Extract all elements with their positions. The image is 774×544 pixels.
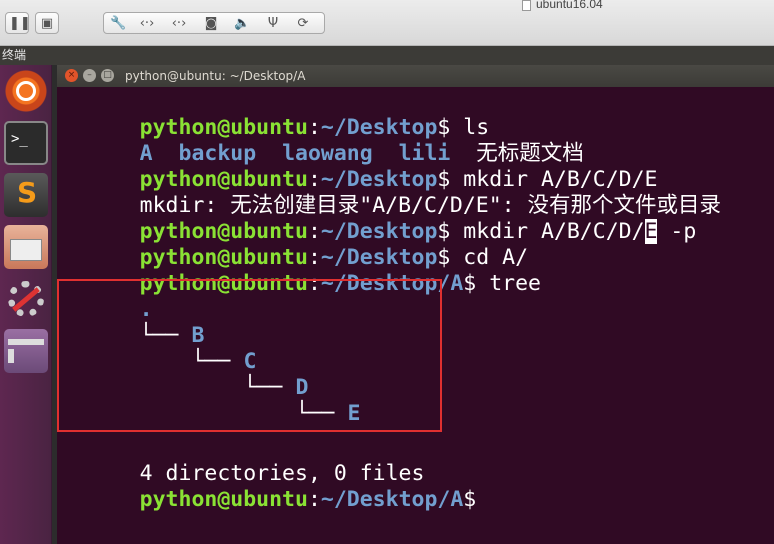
ubuntu-dash-icon[interactable] [4,69,48,113]
prompt-line: python@ubuntu:~/Desktop/A$ tree [62,245,541,296]
tree-summary: 4 directories, 0 files [62,435,425,486]
usb-icon[interactable]: Ψ [265,16,281,32]
highlight-box [57,279,442,432]
speaker-icon[interactable]: 🔈 [234,16,250,32]
prompt-user: python@ubuntu [139,487,308,512]
prompt-line: python@ubuntu:~/Desktop/A$ [62,461,477,512]
command-text: -p [657,219,697,244]
prompt-line: python@ubuntu:~/Desktop$ ls [62,89,490,140]
network-arrows-icon[interactable]: ‹·› [139,16,155,32]
minimize-icon[interactable]: – [83,69,96,82]
prompt-colon: : [307,487,321,512]
command-text: C/D/ [592,219,645,244]
prompt-line: python@ubuntu:~/Desktop$ cd A/ [62,219,528,270]
vm-toolbar: ❚❚ ▣ 🔧 ‹·› ‹·› ◙ 🔈 Ψ ⟳ ubuntu16.04 [0,0,774,46]
text-cursor: E [644,219,658,244]
workspace-switcher-icon[interactable] [4,329,48,373]
wrench-icon[interactable]: 🔧 [110,16,126,32]
terminal-titlebar[interactable]: × – □ python@ubuntu: ~/Desktop/A [57,65,774,87]
screenshot-button[interactable]: ▣ [35,12,59,34]
vm-window-title: ubuntu16.04 [536,0,603,11]
sublime-text-icon[interactable]: S [4,173,48,217]
prompt-dollar: $ [463,271,477,296]
devices-toolbar-group: 🔧 ‹·› ‹·› ◙ 🔈 Ψ ⟳ [103,12,325,34]
document-icon [522,0,531,11]
panel-app-title: 终端 [2,48,27,62]
top-panel: 终端 [0,46,774,65]
prompt-dollar: $ [463,487,477,512]
ls-output: A backup laowang lili 无标题文档 [62,115,584,166]
error-output: mkdir: 无法创建目录"A/B/C/D/E": 没有那个文件或目录 [62,167,721,218]
prompt-line: python@ubuntu:~/Desktop$ mkdir A/B/C/D/E… [62,193,696,244]
prompt-path: ~/Desktop/A [320,487,464,512]
maximize-icon[interactable]: □ [101,69,114,82]
close-icon[interactable]: × [65,69,78,82]
screenshot-icon: ▣ [40,16,54,31]
file-cabinet-icon[interactable] [4,225,48,269]
sync-icon[interactable]: ⟳ [295,16,311,32]
pause-button[interactable]: ❚❚ [5,12,31,34]
terminal-icon[interactable]: >_ [4,121,48,165]
command-text: tree [476,271,541,296]
system-settings-icon[interactable] [4,277,48,321]
pause-icon: ❚❚ [9,16,31,31]
terminal-window-title: python@ubuntu: ~/Desktop/A [125,69,306,83]
disk-icon[interactable]: ◙ [203,16,219,32]
launcher: >_ S [0,65,52,544]
prompt-line: python@ubuntu:~/Desktop$ mkdir A/B/C/D/E [62,141,658,192]
network-arrows-alt-icon[interactable]: ‹·› [171,16,187,32]
